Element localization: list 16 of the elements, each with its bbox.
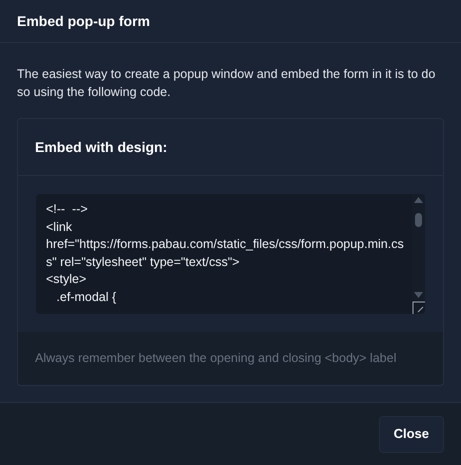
code-line: href="https://forms.pabau.com/static_files/css/form.popup.min.css" rel="stylesheet" type="text/css">	[46, 236, 405, 271]
description-text: The easiest way to create a popup window and embed the form in it is to do so using the following code.	[17, 66, 436, 101]
resize-handle-icon[interactable]	[412, 301, 425, 314]
scroll-down-icon[interactable]	[414, 292, 423, 298]
code-line: <!-- -->	[46, 201, 89, 218]
code-line: <style>	[46, 271, 88, 288]
dialog-title: Embed pop-up form	[17, 12, 150, 31]
code-line: <link	[46, 218, 74, 236]
card-title: Embed with design:	[35, 138, 168, 157]
close-button[interactable]: Close	[378, 416, 444, 452]
scroll-up-icon[interactable]	[414, 197, 423, 203]
hint-text: Always remember between the opening and closing <body> label	[35, 350, 396, 368]
code-line: .ef-modal {	[55, 288, 118, 306]
code-field[interactable]: <!-- --> <link href="https://forms.pabau.com/static_files/css/form.popup.min.css" rel="stylesheet" type="text/css"> <style> .ef-modal {	[36, 194, 425, 314]
scrollbar[interactable]	[412, 194, 425, 301]
scrollbar-thumb[interactable]	[415, 213, 422, 227]
